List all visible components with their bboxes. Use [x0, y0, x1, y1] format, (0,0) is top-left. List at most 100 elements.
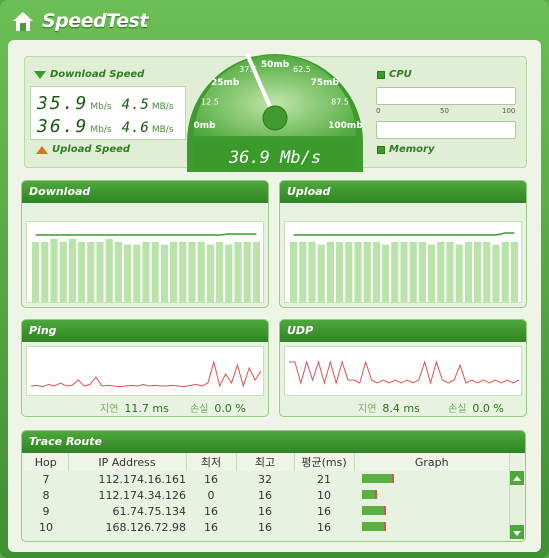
trace-cell-hop: 8 — [42, 488, 50, 502]
cpu-bar — [376, 87, 516, 105]
trace-cell-min: 16 — [204, 520, 218, 534]
graph-bar — [216, 241, 224, 302]
trace-cell-min: 16 — [204, 472, 218, 486]
udp-graph — [284, 346, 522, 396]
scroll-up-button[interactable] — [510, 471, 524, 485]
graph-bar — [363, 241, 371, 302]
average-line — [293, 232, 515, 236]
graph-bar — [446, 241, 454, 302]
graph-bar — [32, 241, 40, 302]
trace-cell-hop: 9 — [42, 504, 50, 518]
graph-bar — [105, 239, 113, 302]
upload-panel-title: Upload — [280, 181, 526, 203]
trace-cell-ip: 61.74.75.134 — [112, 504, 186, 518]
graph-bar — [464, 241, 472, 302]
graph-bar — [317, 244, 325, 302]
graph-bar — [418, 241, 426, 302]
graph-bar — [308, 241, 316, 302]
trace-cell-avg: 16 — [317, 504, 331, 518]
graph-bar — [437, 241, 445, 302]
trace-cell-max: 16 — [258, 488, 272, 502]
graph-bar — [510, 241, 518, 302]
graph-bar — [225, 244, 233, 302]
graph-bar — [188, 241, 196, 302]
trace-row[interactable]: 9 61.74.75.134 16 16 16 — [24, 503, 510, 519]
col-avg: 평균(ms) — [294, 453, 355, 471]
graph-bar — [197, 241, 205, 302]
graph-bar — [243, 241, 251, 302]
memory-label: Memory — [377, 144, 434, 155]
trace-route-title: Trace Route — [22, 431, 525, 453]
graph-bar — [501, 241, 509, 302]
trace-cell-max: 16 — [258, 520, 272, 534]
col-graph: Graph — [354, 453, 510, 471]
trace-row[interactable]: 7 112.174.16.161 16 32 21 — [24, 471, 510, 487]
graph-bar — [170, 241, 178, 302]
graph-bar — [483, 241, 491, 302]
latency-line — [30, 360, 262, 388]
graph-bar — [345, 241, 353, 302]
udp-panel-title: UDP — [280, 320, 526, 342]
col-ip: IP Address — [68, 453, 187, 471]
trace-row[interactable]: 8 112.174.34.126 0 16 10 — [24, 487, 510, 503]
trace-avg-bar — [362, 505, 386, 515]
trace-route-panel: Trace Route Hop IP Address 최저 최고 평균(ms) … — [21, 430, 526, 542]
gauge-label: 100mb — [328, 121, 363, 131]
speed-row-2: 36.9 Mb/s 4.6 MB/s — [37, 116, 174, 137]
graph-bar — [124, 244, 132, 302]
trace-graph-cell — [354, 471, 510, 487]
memory-square-icon — [377, 145, 385, 154]
trace-cell-max: 16 — [258, 504, 272, 518]
scroll-down-button[interactable] — [510, 525, 524, 539]
graph-bar — [354, 241, 362, 302]
graph-bar — [160, 244, 168, 302]
trace-scrollbar[interactable] — [509, 471, 524, 539]
trace-row[interactable]: 10 168.126.72.98 16 16 16 — [24, 519, 510, 535]
trace-cell-avg: 10 — [317, 488, 331, 502]
graph-bar — [391, 241, 399, 302]
trace-cell-hop: 10 — [39, 520, 53, 534]
title-bar: SpeedTest — [10, 4, 148, 38]
download-arrow-icon — [34, 70, 46, 79]
cpu-label: CPU — [377, 69, 412, 80]
gauge-label: 12.5 — [201, 98, 219, 107]
upload-panel: Upload — [279, 180, 527, 308]
app-title: SpeedTest — [42, 10, 148, 32]
trace-cell-ip: 112.174.34.126 — [98, 488, 186, 502]
trace-cell-ip: 112.174.16.161 — [98, 472, 186, 486]
graph-bar — [96, 241, 104, 302]
col-max: 최고 — [236, 453, 295, 471]
col-min: 최저 — [186, 453, 237, 471]
gauge-label: 50mb — [261, 60, 290, 70]
graph-bar — [114, 241, 122, 302]
graph-bar — [336, 241, 344, 302]
trace-cell-min: 0 — [207, 488, 215, 502]
trace-avg-bar — [362, 521, 386, 531]
graph-bar — [299, 241, 307, 302]
graph-bar — [252, 241, 260, 302]
graph-bar — [78, 241, 86, 302]
house-logo-icon — [10, 8, 36, 34]
udp-loss-stat: 손실 0.0 % — [448, 402, 504, 415]
trace-avg-bar — [362, 489, 377, 499]
ping-loss-stat: 손실 0.0 % — [190, 402, 246, 415]
trace-cell-ip: 168.126.72.98 — [105, 520, 186, 534]
graph-bar — [474, 241, 482, 302]
gauge-label: 25mb — [211, 78, 240, 88]
graph-bar — [68, 239, 76, 302]
speed-row-1: 35.9 Mb/s 4.5 MB/s — [37, 93, 174, 114]
trace-graph-cell — [354, 503, 510, 519]
download-panel: Download — [21, 180, 269, 308]
memory-bar — [376, 121, 516, 139]
graph-bar — [455, 244, 463, 302]
ping-latency-stat: 지연 11.7 ms — [100, 402, 169, 415]
trace-graph-cell — [354, 487, 510, 503]
download-panel-title: Download — [22, 181, 268, 203]
graph-bar — [372, 241, 380, 302]
ping-panel-title: Ping — [22, 320, 268, 342]
gauge-label: 0mb — [194, 121, 217, 131]
trace-avg-bar — [362, 473, 394, 483]
graph-bar — [206, 244, 214, 302]
gauge-label: 62.5 — [293, 65, 311, 74]
latency-line — [289, 360, 520, 385]
